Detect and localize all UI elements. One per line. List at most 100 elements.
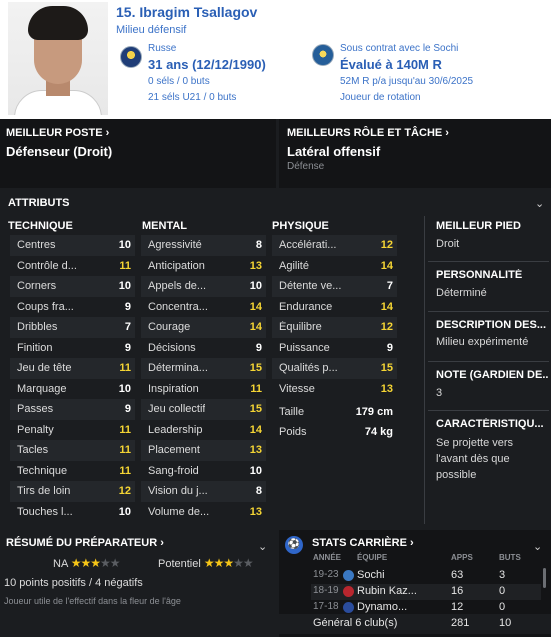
chevron-down-icon[interactable]: ⌄	[533, 540, 542, 553]
career-goals: 0	[499, 601, 506, 613]
career-year: 17-18	[313, 601, 339, 612]
personality[interactable]: PERSONNALITÉ Déterminé	[428, 262, 549, 312]
attribute-row[interactable]: Passes 9	[10, 399, 135, 420]
attribute-value: 14	[380, 300, 393, 313]
coach-report-comment: Joueur utile de l'effectif dans la fleur…	[4, 596, 181, 606]
attribute-row[interactable]: Technique 11	[10, 461, 135, 482]
attribute-value: 12	[380, 321, 393, 333]
attribute-label: Puissance	[279, 341, 330, 354]
squad-status: Joueur de rotation	[340, 92, 421, 103]
career-row[interactable]: 19-23 Sochi 63 3	[311, 568, 541, 584]
nationality[interactable]: Russe	[148, 43, 176, 54]
attribute-row[interactable]: Agilité 14	[272, 256, 397, 277]
attribute-row[interactable]: Dribbles 7	[10, 317, 135, 338]
attribute-row[interactable]: Coups fra... 9	[10, 297, 135, 318]
attribute-row[interactable]: Touches l... 10	[10, 502, 135, 523]
scrollbar[interactable]	[543, 568, 546, 588]
divider	[424, 216, 425, 524]
attribute-label: Appels de...	[148, 280, 207, 292]
media-description[interactable]: DESCRIPTION DES... Milieu expérimenté	[428, 312, 549, 362]
attribute-row[interactable]: Contrôle d... 11	[10, 256, 135, 277]
attribute-row[interactable]: Tacles 11	[10, 440, 135, 461]
attribute-label: Agressivité	[148, 239, 202, 251]
attribute-row[interactable]: Agressivité 8	[141, 235, 266, 256]
personality-title: PERSONNALITÉ	[436, 269, 523, 281]
attribute-value: 9	[124, 403, 131, 415]
player-position: Milieu défensif	[116, 24, 187, 36]
attribute-value: 11	[119, 259, 131, 272]
attribute-row[interactable]: Concentra... 14	[141, 297, 266, 318]
header-apps: APPS	[451, 553, 473, 562]
gk-rating-title: NOTE (GARDIEN DE...	[436, 369, 548, 381]
attribute-label: Volume de...	[148, 505, 210, 518]
coach-report-panel[interactable]: RÉSUMÉ DU PRÉPARATEUR › ⌄ NA ★★★★★ Poten…	[0, 530, 276, 637]
attribute-row[interactable]: Tirs de loin 12	[10, 481, 135, 502]
chevron-right-icon: ›	[105, 127, 110, 139]
attribute-row[interactable]: Inspiration 11	[141, 379, 266, 400]
career-goals: 3	[499, 569, 506, 581]
attribute-label: Endurance	[279, 300, 333, 313]
attribute-row[interactable]: Jeu collectif 15	[141, 399, 266, 420]
attribute-row[interactable]: Anticipation 13	[141, 256, 266, 277]
attribute-row[interactable]: Penalty 11	[10, 420, 135, 441]
attribute-row[interactable]: Détermina... 15	[141, 358, 266, 379]
best-position-panel[interactable]: MEILLEUR POSTE › Défenseur (Droit)	[0, 119, 276, 188]
attribute-row[interactable]: Courage 14	[141, 317, 266, 338]
header-year: ANNÉE	[313, 553, 342, 562]
mental-title: MENTAL	[142, 220, 188, 232]
weight-value: 74 kg	[364, 426, 393, 438]
attribute-value: 9	[124, 300, 131, 313]
attribute-value: 9	[255, 341, 262, 354]
attribute-value: 11	[119, 464, 131, 477]
attribute-row[interactable]: Décisions 9	[141, 338, 266, 359]
attribute-row[interactable]: Vision du j... 8	[141, 481, 266, 502]
height-value: 179 cm	[355, 406, 393, 418]
player-traits[interactable]: CARACTÉRISTIQU... Se projette vers l'ava…	[428, 411, 549, 525]
attribute-value: 10	[118, 382, 131, 395]
attribute-row[interactable]: Endurance 14	[272, 297, 397, 318]
attribute-row[interactable]: Équilibre 12	[272, 317, 397, 338]
attribute-row[interactable]: Placement 13	[141, 440, 266, 461]
attribute-row[interactable]: Finition 9	[10, 338, 135, 359]
player-name[interactable]: 15. Ibragim Tsallagov	[116, 4, 257, 20]
attribute-value: 8	[255, 485, 262, 497]
player-info-column: MEILLEUR PIED Droit PERSONNALITÉ Détermi…	[428, 213, 549, 525]
attribute-label: Corners	[17, 280, 57, 292]
attribute-row[interactable]: Détente ve... 7	[272, 276, 397, 297]
attribute-row[interactable]: Corners 10	[10, 276, 135, 297]
best-role-panel[interactable]: MEILLEURS RÔLE ET TÂCHE › Latéral offens…	[279, 119, 551, 188]
attribute-row[interactable]: Puissance 9	[272, 338, 397, 359]
chevron-down-icon[interactable]: ⌄	[535, 197, 544, 210]
description-value: Milieu expérimenté	[436, 336, 529, 348]
attribute-label: Placement	[148, 444, 200, 456]
attribute-value: 8	[255, 239, 262, 251]
attribute-row[interactable]: Sang-froid 10	[141, 461, 266, 482]
nation-flag-icon[interactable]	[120, 46, 142, 68]
attribute-value: 10	[249, 280, 262, 292]
attribute-row[interactable]: Leadership 14	[141, 420, 266, 441]
attributes-header[interactable]: ATTRIBUTS ⌄	[0, 193, 551, 213]
attribute-row[interactable]: Centres 10	[10, 235, 135, 256]
attribute-row[interactable]: Qualités p... 15	[272, 358, 397, 379]
attribute-label: Qualités p...	[279, 362, 338, 374]
potential-ability-stars: ★★★★★	[203, 556, 254, 570]
attribute-row[interactable]: Marquage 10	[10, 379, 135, 400]
player-valuation: Évalué à 140M R	[340, 57, 442, 72]
attribute-row[interactable]: Accélérati... 12	[272, 235, 397, 256]
career-total-apps: 281	[451, 617, 470, 629]
player-age: 31 ans (12/12/1990)	[148, 57, 266, 72]
attribute-row[interactable]: Jeu de tête 11	[10, 358, 135, 379]
preferred-foot: MEILLEUR PIED Droit	[428, 213, 549, 262]
attribute-value: 7	[124, 321, 131, 333]
chevron-down-icon[interactable]: ⌄	[258, 540, 267, 553]
attribute-row[interactable]: Vitesse 13	[272, 379, 397, 400]
career-stats-panel[interactable]: ⚽ STATS CARRIÈRE › ⌄ ANNÉE ÉQUIPE APPS B…	[279, 530, 551, 637]
contract-club[interactable]: Sous contrat avec le Sochi	[340, 43, 458, 54]
attribute-row[interactable]: Volume de... 13	[141, 502, 266, 523]
attribute-row[interactable]: Appels de... 10	[141, 276, 266, 297]
club-badge-icon[interactable]	[312, 44, 334, 66]
career-row[interactable]: 18-19 Rubin Kaz... 16 0	[311, 584, 541, 600]
attribute-label: Anticipation	[148, 259, 205, 272]
attribute-label: Jeu collectif	[148, 403, 206, 415]
weight-row: Poids 74 kg	[272, 426, 397, 444]
